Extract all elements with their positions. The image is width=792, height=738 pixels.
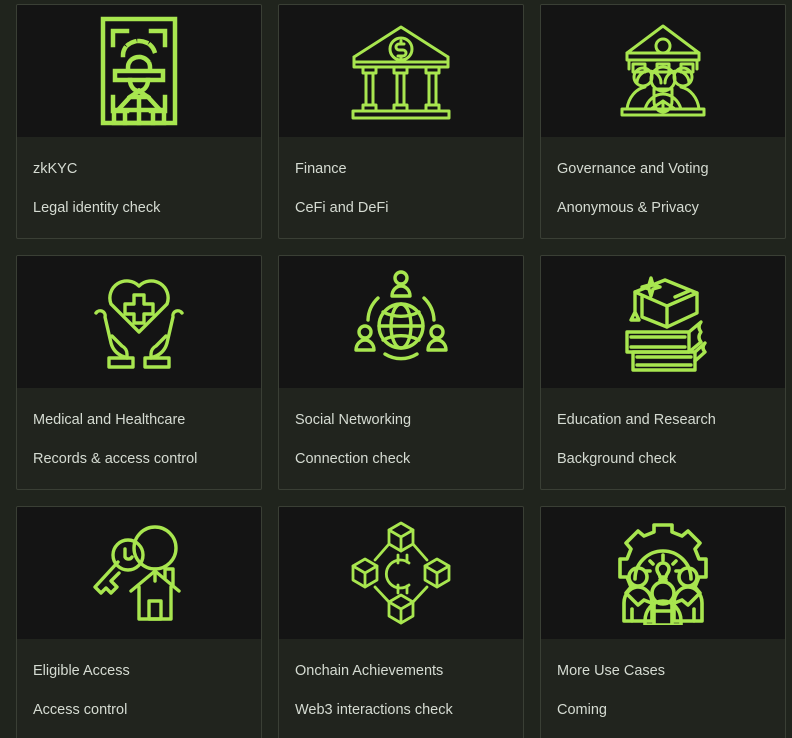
card-body: Medical and Healthcare Records & access …	[17, 388, 261, 489]
card-media	[279, 5, 523, 137]
grid-row: Eligible Access Access control Onchain A…	[16, 505, 792, 738]
use-case-card-eligible-access[interactable]: Eligible Access Access control	[16, 505, 262, 738]
card-title: zkKYC	[33, 161, 78, 177]
card-subtitle: Anonymous & Privacy	[557, 200, 699, 217]
card-subtitle: CeFi and DeFi	[295, 200, 389, 217]
card-title: Onchain Achievements	[295, 662, 444, 679]
keys-house-icon	[87, 521, 191, 625]
grid-row: zkKYC Legal identity check Finance CeFi …	[16, 4, 792, 239]
use-case-card-governance-and-voting[interactable]: Governance and Voting Anonymous & Privac…	[540, 4, 786, 239]
card-body: More Use Cases Coming	[541, 639, 785, 738]
card-media	[17, 5, 261, 137]
use-case-card-finance[interactable]: Finance CeFi and DeFi	[278, 4, 524, 239]
card-media	[541, 5, 785, 137]
blockchain-crypto-nodes-icon	[349, 521, 453, 625]
use-case-card-zkkyc[interactable]: zkKYC Legal identity check	[16, 4, 262, 239]
government-people-icon	[613, 21, 713, 121]
card-media	[541, 506, 785, 639]
gear-people-lightbulb-icon	[613, 521, 713, 625]
use-case-card-social-networking[interactable]: Social Networking Connection check	[278, 254, 524, 490]
card-subtitle: Coming	[557, 701, 607, 718]
card-media	[541, 255, 785, 388]
card-title: More Use Cases	[557, 662, 665, 679]
card-subtitle: Web3 interactions check	[295, 701, 453, 718]
use-case-card-medical-and-healthcare[interactable]: Medical and Healthcare Records & access …	[16, 254, 262, 490]
card-media	[17, 506, 261, 639]
globe-people-network-icon	[351, 270, 451, 374]
card-body: zkKYC Legal identity check	[17, 137, 261, 238]
card-media	[279, 506, 523, 639]
card-body: Eligible Access Access control	[17, 639, 261, 738]
card-title: Governance and Voting	[557, 161, 709, 177]
card-body: Finance CeFi and DeFi	[279, 137, 523, 238]
use-case-card-education-and-research[interactable]: Education and Research Background check	[540, 254, 786, 490]
card-subtitle: Background check	[557, 451, 677, 468]
use-case-card-more-use-cases[interactable]: More Use Cases Coming	[540, 505, 786, 738]
card-title: Education and Research	[557, 411, 716, 428]
card-body: Onchain Achievements Web3 interactions c…	[279, 639, 523, 738]
grid-row: Medical and Healthcare Records & access …	[16, 254, 792, 490]
card-subtitle: Records & access control	[33, 451, 198, 468]
hands-heart-cross-icon	[86, 269, 192, 375]
card-body: Social Networking Connection check	[279, 388, 523, 489]
card-body: Education and Research Background check	[541, 388, 785, 489]
card-title: Finance	[295, 161, 347, 177]
card-media	[279, 255, 523, 388]
use-case-card-onchain-achievements[interactable]: Onchain Achievements Web3 interactions c…	[278, 505, 524, 738]
graduation-cap-books-icon	[613, 270, 713, 374]
card-subtitle: Legal identity check	[33, 200, 161, 217]
card-title: Eligible Access	[33, 662, 130, 679]
card-body: Governance and Voting Anonymous & Privac…	[541, 137, 785, 238]
use-case-grid: zkKYC Legal identity check Finance CeFi …	[0, 0, 792, 738]
id-card-person-scan-icon	[96, 15, 182, 127]
card-media	[17, 255, 261, 388]
bank-dollar-icon	[351, 21, 451, 121]
card-title: Medical and Healthcare	[33, 411, 186, 428]
card-subtitle: Connection check	[295, 451, 411, 468]
card-title: Social Networking	[295, 411, 412, 428]
card-subtitle: Access control	[33, 701, 128, 718]
